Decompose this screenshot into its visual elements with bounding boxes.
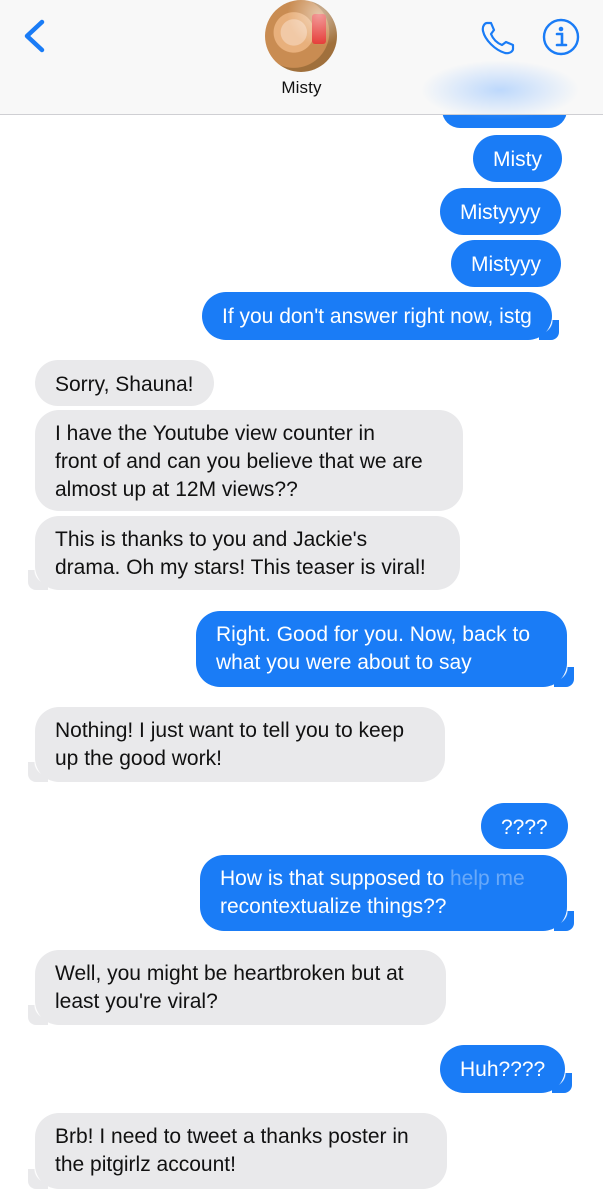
phone-icon (481, 21, 515, 55)
message-bubble[interactable]: If you don't answer right now, istg (202, 292, 559, 340)
message-text: Mistyyyy (460, 201, 541, 224)
message-bubble[interactable]: Well, you might be heartbroken but at le… (28, 950, 446, 1025)
message-text-line: recontextualize things?? (220, 895, 447, 918)
message-text: Sorry, Shauna! (55, 373, 194, 396)
back-button[interactable] (18, 16, 52, 56)
message-text: ???? (501, 816, 548, 839)
message-bubble[interactable]: Brb! I need to tweet a thanks poster in … (28, 1113, 447, 1189)
message-bubble[interactable]: I have the Youtube view counter in front… (35, 410, 463, 511)
message-bubble[interactable]: ???? (481, 803, 568, 849)
message-text-line: almost up at 12M views?? (55, 478, 298, 501)
message-thread: Misty Mistyyyy Mistyyy If you don't answ… (0, 0, 603, 1200)
message-text: Mistyyy (471, 253, 541, 276)
conversation-header: Misty (0, 0, 603, 120)
message-text-line: drama. Oh my stars! This teaser is viral… (55, 556, 426, 579)
message-text-line: Nothing! I just want to tell you to keep (55, 719, 405, 742)
message-text-faded-part: help me (449, 867, 525, 890)
message-bubble[interactable]: Sorry, Shauna! (35, 360, 214, 406)
message-bubble[interactable]: This is thanks to you and Jackie's drama… (28, 516, 460, 590)
contact-name[interactable]: Misty (0, 78, 603, 98)
call-button[interactable] (478, 18, 518, 58)
message-text-line: front of and can you believe that we are (55, 450, 423, 473)
info-button[interactable] (541, 17, 581, 57)
message-text-line: I have the Youtube view counter in (55, 422, 375, 445)
message-bubble[interactable]: Misty (473, 135, 562, 182)
message-text-line: least you're viral? (55, 990, 218, 1013)
message-text: If you don't answer right now, istg (222, 305, 532, 328)
message-text: Misty (493, 148, 542, 171)
message-bubble[interactable]: Nothing! I just want to tell you to keep… (28, 707, 445, 782)
message-bubble[interactable]: Right. Good for you. Now, back to what y… (196, 611, 574, 687)
message-text-line: what you were about to say (216, 651, 472, 674)
message-text-part: How is that supposed to (220, 867, 450, 890)
avatar[interactable] (265, 0, 337, 72)
message-text-line: up the good work! (55, 747, 222, 770)
message-text-line: Well, you might be heartbroken but at (55, 962, 404, 985)
message-text-line: This is thanks to you and Jackie's (55, 528, 368, 551)
message-bubble[interactable]: Huh???? (440, 1045, 573, 1093)
message-text-line: the pitgirlz account! (55, 1153, 236, 1176)
message-text: Huh???? (460, 1058, 546, 1081)
message-bubble[interactable]: Mistyyyy (440, 188, 561, 235)
message-bubble[interactable]: Mistyyy (451, 240, 561, 287)
info-icon (542, 18, 580, 56)
message-text-line: Right. Good for you. Now, back to (216, 623, 530, 646)
message-bubble[interactable]: How is that supposed to help me recontex… (200, 855, 574, 931)
chevron-left-icon (24, 19, 45, 53)
message-text-line: Brb! I need to tweet a thanks poster in (55, 1125, 409, 1148)
